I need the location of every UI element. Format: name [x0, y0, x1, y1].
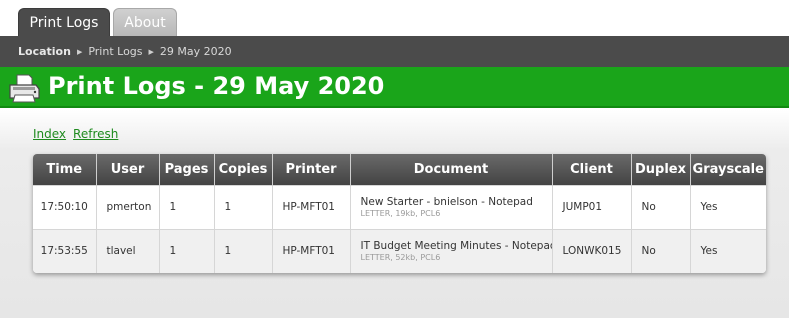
- cell-printer: HP-MFT01: [272, 228, 351, 273]
- table-header-row: Time User Pages Copies Printer Document …: [33, 154, 766, 185]
- column-header-printer: Printer: [272, 154, 351, 185]
- print-log-table: Time User Pages Copies Printer Document …: [33, 154, 766, 273]
- cell-client: JUMP01: [552, 184, 632, 229]
- cell-grayscale: Yes: [690, 228, 766, 273]
- column-header-grayscale: Grayscale: [690, 154, 766, 185]
- breadcrumb: Location ▶ Print Logs ▶ 29 May 2020: [18, 45, 232, 58]
- cell-grayscale: Yes: [690, 184, 766, 229]
- refresh-link[interactable]: Refresh: [73, 127, 118, 141]
- document-title: IT Budget Meeting Minutes - Notepad: [360, 240, 552, 253]
- document-meta: LETTER, 19kb, PCL6: [360, 209, 441, 218]
- cell-time: 17:53:55: [33, 228, 97, 273]
- column-header-document: Document: [350, 154, 553, 185]
- column-header-time: Time: [33, 154, 97, 185]
- cell-duplex: No: [631, 228, 691, 273]
- cell-copies: 1: [214, 184, 273, 229]
- document-meta: LETTER, 52kb, PCL6: [360, 253, 441, 263]
- column-header-copies: Copies: [214, 154, 273, 185]
- tab-bar: Print Logs About: [0, 0, 789, 36]
- cell-copies: 1: [214, 228, 273, 273]
- breadcrumb-item-print-logs[interactable]: Print Logs: [88, 45, 142, 58]
- index-link[interactable]: Index: [33, 127, 66, 141]
- cell-pages: 1: [159, 228, 215, 273]
- column-header-duplex: Duplex: [631, 154, 691, 185]
- table-row: 17:53:55 tlavel 1 1 HP-MFT01 IT Budget M…: [33, 228, 766, 273]
- breadcrumb-separator-icon: ▶: [148, 47, 154, 56]
- cell-duplex: No: [631, 184, 691, 229]
- breadcrumb-bar: Location ▶ Print Logs ▶ 29 May 2020: [0, 36, 789, 67]
- column-header-pages: Pages: [159, 154, 215, 185]
- document-title: New Starter - bnielson - Notepad: [360, 196, 533, 208]
- tab-about[interactable]: About: [113, 8, 177, 36]
- cell-document: New Starter - bnielson - Notepad LETTER,…: [350, 184, 553, 229]
- tab-print-logs[interactable]: Print Logs: [18, 8, 110, 36]
- printer-icon: [9, 74, 40, 103]
- column-header-user: User: [96, 154, 160, 185]
- breadcrumb-item-date: 29 May 2020: [159, 45, 232, 58]
- action-links: Index Refresh: [33, 127, 118, 141]
- cell-time: 17:50:10: [33, 184, 97, 229]
- cell-client: LONWK015: [552, 228, 632, 273]
- cell-printer: HP-MFT01: [272, 184, 351, 229]
- column-header-client: Client: [552, 154, 632, 185]
- table-row: 17:50:10 pmerton 1 1 HP-MFT01 New Starte…: [33, 184, 766, 229]
- page-title: Print Logs - 29 May 2020: [48, 72, 385, 100]
- cell-document: IT Budget Meeting Minutes - Notepad LETT…: [350, 228, 553, 273]
- page-title-bar: Print Logs - 29 May 2020: [0, 67, 789, 108]
- breadcrumb-location-label: Location: [18, 45, 71, 58]
- cell-user: pmerton: [96, 184, 160, 229]
- cell-user: tlavel: [96, 228, 160, 273]
- breadcrumb-separator-icon: ▶: [76, 47, 83, 56]
- cell-pages: 1: [159, 184, 215, 229]
